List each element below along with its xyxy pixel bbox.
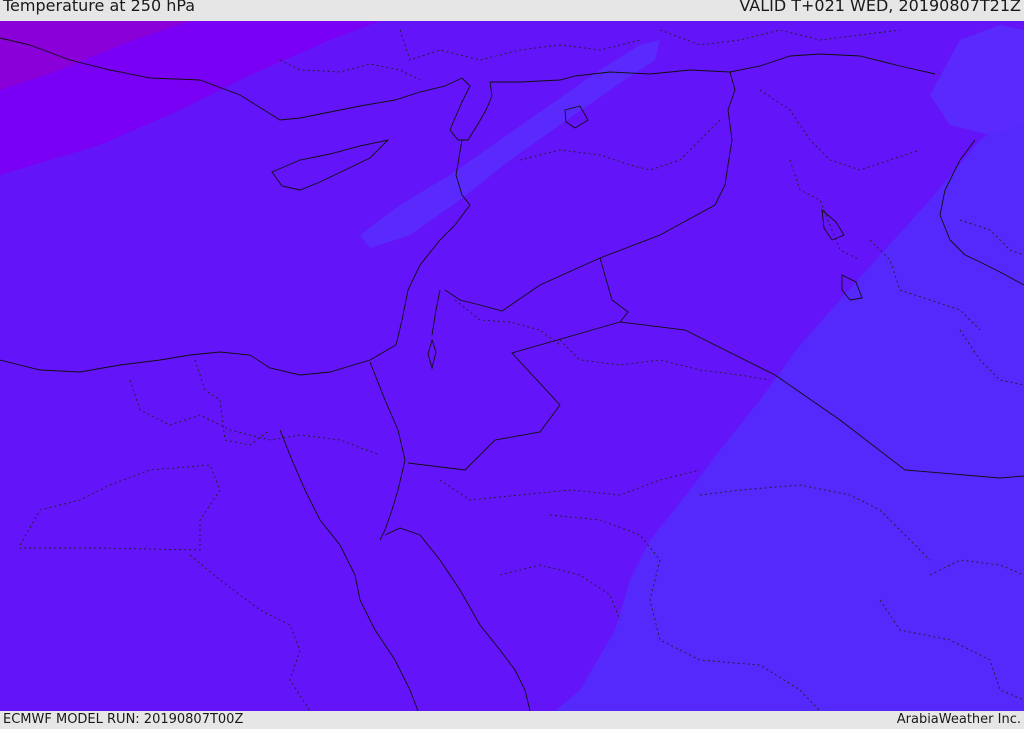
map-canvas xyxy=(0,21,1024,711)
credit-label: ArabiaWeather Inc. xyxy=(896,712,1021,727)
model-run-label: ECMWF MODEL RUN: 20190807T00Z xyxy=(3,712,244,727)
temperature-map xyxy=(0,21,1024,711)
map-header: Temperature at 250 hPa VALID T+021 WED, … xyxy=(0,0,1024,21)
valid-time-label: VALID T+021 WED, 20190807T21Z xyxy=(739,0,1021,15)
map-footer: ECMWF MODEL RUN: 20190807T00Z ArabiaWeat… xyxy=(0,711,1024,729)
map-title: Temperature at 250 hPa xyxy=(3,0,196,15)
